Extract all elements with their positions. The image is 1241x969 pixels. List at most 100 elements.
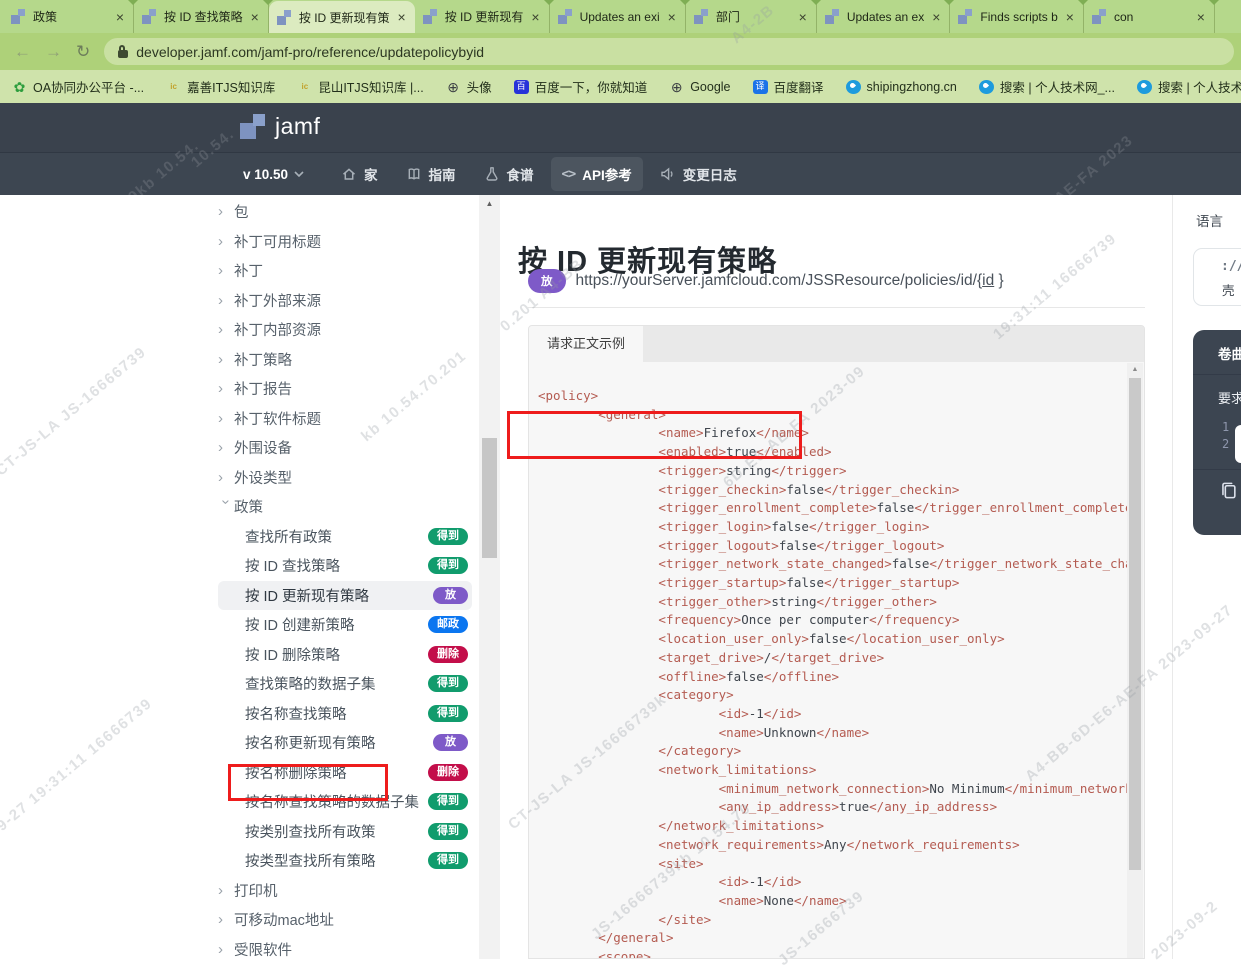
scroll-up-icon[interactable]: ▲ xyxy=(479,199,500,208)
tab-close-icon[interactable]: × xyxy=(1065,10,1075,24)
browser-tab[interactable]: Finds scripts b × xyxy=(950,0,1088,33)
sidebar-endpoint-label: 按名称更新现有策略 xyxy=(245,736,376,753)
method-badge-get: 得到 xyxy=(428,852,468,870)
sidebar-group-label: 外围设备 xyxy=(234,441,292,458)
tab-close-icon[interactable]: × xyxy=(667,10,677,24)
sidebar-group-collapsed[interactable]: › 补丁软件标题 xyxy=(218,404,472,434)
forward-icon[interactable]: → xyxy=(45,43,62,60)
sidebar-group-collapsed[interactable]: › 外围设备 xyxy=(218,433,472,463)
bookmark-label: 百度一下，你就知道 xyxy=(534,81,648,95)
chevron-right-icon: › xyxy=(218,409,223,427)
tab-close-icon[interactable]: × xyxy=(1196,10,1206,24)
chevron-right-icon: › xyxy=(218,350,223,368)
code-scrollbar[interactable]: ▲ xyxy=(1127,363,1143,958)
tab-close-icon[interactable]: × xyxy=(115,10,125,24)
sidebar-group-collapsed[interactable]: › 补丁策略 xyxy=(218,345,472,375)
nav-item-label: 家 xyxy=(364,168,378,183)
nav-item-label: API参考 xyxy=(582,168,632,183)
chevron-right-icon: › xyxy=(218,439,223,457)
scroll-up-icon[interactable]: ▲ xyxy=(1127,366,1143,373)
sidebar-group-collapsed[interactable]: › 受限软件 xyxy=(218,935,472,965)
bookmark-item[interactable]: 搜索 | 个人技术网_... xyxy=(978,77,1115,96)
browser-tab[interactable]: 按 ID 查找策略 × xyxy=(134,0,273,33)
sidebar-endpoint-item[interactable]: 查找所有政策 得到 xyxy=(218,522,472,552)
request-body-tab[interactable]: 请求正文示例 xyxy=(529,326,644,362)
sidebar-endpoint-item[interactable]: 按名称更新现有策略 放 xyxy=(218,728,472,758)
back-icon[interactable]: ← xyxy=(14,43,31,60)
sidebar-endpoint-item[interactable]: 按 ID 创建新策略 邮政 xyxy=(218,610,472,640)
bookmark-item[interactable]: 百百度一下，你就知道 xyxy=(513,77,648,96)
sidebar-group-expanded[interactable]: › 政策 xyxy=(218,492,472,522)
sidebar-endpoint-label: 按 ID 更新现有策略 xyxy=(245,588,370,605)
version-selector[interactable]: v 10.50 xyxy=(243,167,304,182)
sidebar-group-collapsed[interactable]: › 补丁外部来源 xyxy=(218,286,472,316)
clipboard-icon[interactable] xyxy=(1219,481,1238,500)
browser-tab[interactable]: Updates an exi × xyxy=(550,0,690,33)
bookmark-item[interactable]: 译百度翻译 xyxy=(752,77,824,96)
nav-item-book[interactable]: 指南 xyxy=(395,157,467,191)
tab-close-icon[interactable]: × xyxy=(931,10,941,24)
sidebar-group-collapsed[interactable]: › 包 xyxy=(218,197,472,227)
bookmark-item[interactable]: ic 嘉善ITJS知识库 xyxy=(166,77,275,96)
sidebar-endpoint-item[interactable]: 按 ID 更新现有策略 放 xyxy=(218,580,472,610)
bookmark-item[interactable]: ic 昆山ITJS知识库 |... xyxy=(297,77,423,96)
browser-tab[interactable]: 按 ID 更新现有 × xyxy=(415,0,554,33)
sidebar-endpoint-item[interactable]: 按 ID 删除策略 删除 xyxy=(218,640,472,670)
bookmark-item[interactable]: shipingzhong.cn xyxy=(845,79,957,94)
browser-tab[interactable]: Updates an ex × xyxy=(817,0,955,33)
bookmark-item[interactable]: ⊕ Google xyxy=(669,79,731,94)
tab-close-icon[interactable]: × xyxy=(530,10,540,24)
bookmark-item[interactable]: ⊕ 头像 xyxy=(446,77,492,96)
try-it-button-partial[interactable] xyxy=(1235,425,1241,463)
sidebar-group-collapsed[interactable]: › 补丁内部资源 xyxy=(218,315,472,345)
tab-close-icon[interactable]: × xyxy=(250,10,260,24)
code-icon: <> xyxy=(561,166,577,182)
browser-tab[interactable]: 按 ID 更新现有策 × xyxy=(268,1,415,33)
tab-close-icon[interactable]: × xyxy=(798,10,808,24)
nav-item-speaker[interactable]: 变更日志 xyxy=(649,157,748,191)
jamf-favicon xyxy=(11,9,26,24)
home-icon xyxy=(341,166,357,182)
sidebar-group-collapsed[interactable]: › 外设类型 xyxy=(218,463,472,493)
shell-label: 壳 xyxy=(1222,284,1235,298)
jamf-logo[interactable]: jamf xyxy=(240,113,320,140)
sidebar-endpoint-item[interactable]: 按名称删除策略 删除 xyxy=(218,758,472,788)
sidebar-group-collapsed[interactable]: › 打印机 xyxy=(218,876,472,906)
bookmark-label: 头像 xyxy=(466,81,492,95)
sidebar-endpoint-item[interactable]: 按类别查找所有政策 得到 xyxy=(218,817,472,847)
browser-tab[interactable]: 政策 × xyxy=(3,0,138,33)
curl-tab[interactable]: 卷曲 xyxy=(1193,330,1241,375)
endpoint-id-param[interactable]: id xyxy=(982,272,994,289)
nav-item-flask[interactable]: 食谱 xyxy=(473,157,545,191)
sidebar-group-collapsed[interactable]: › 补丁 xyxy=(218,256,472,286)
curl-panel-footer xyxy=(1193,469,1241,505)
address-bar[interactable]: developer.jamf.com/jamf-pro/reference/up… xyxy=(104,38,1235,65)
chevron-right-icon: › xyxy=(218,911,223,929)
code-scrollbar-thumb[interactable] xyxy=(1129,378,1141,870)
sidebar-group-label: 打印机 xyxy=(234,883,278,900)
language-shell-button[interactable]: :// 壳 xyxy=(1193,248,1241,306)
sidebar-endpoint-item[interactable]: 按名称查找策略的数据子集 得到 xyxy=(218,787,472,817)
put-method-badge: 放 xyxy=(528,269,566,293)
browser-tab[interactable]: 部门 × xyxy=(686,0,821,33)
bookmark-item[interactable]: 搜索 | 个人技术网_... xyxy=(1136,77,1241,96)
chevron-right-icon: › xyxy=(218,232,223,250)
chevron-right-icon: › xyxy=(218,380,223,398)
sidebar-scrollbar-thumb[interactable] xyxy=(482,438,497,558)
bookmark-item[interactable]: ✿ OA协同办公平台 -... xyxy=(12,77,145,96)
browser-tab[interactable]: con × xyxy=(1084,0,1219,33)
sidebar-endpoint-item[interactable]: 按 ID 查找策略 得到 xyxy=(218,551,472,581)
sidebar-endpoint-item[interactable]: 按名称查找策略 得到 xyxy=(218,699,472,729)
sidebar-group-collapsed[interactable]: › 补丁可用标题 xyxy=(218,227,472,257)
nav-item-home[interactable]: 家 xyxy=(330,157,389,191)
address-url[interactable]: developer.jamf.com/jamf-pro/reference/up… xyxy=(136,44,484,60)
refresh-icon[interactable]: ↻ xyxy=(76,43,90,60)
sidebar-group-collapsed[interactable]: › 补丁报告 xyxy=(218,374,472,404)
tab-close-icon[interactable]: × xyxy=(397,10,407,24)
sidebar-endpoint-item[interactable]: 按类型查找所有策略 得到 xyxy=(218,846,472,876)
nav-item-code[interactable]: <> API参考 xyxy=(550,157,643,191)
sidebar-group-collapsed[interactable]: › 可移动mac地址 xyxy=(218,905,472,935)
sidebar-endpoint-item[interactable]: 查找策略的数据子集 得到 xyxy=(218,669,472,699)
jamf-favicon xyxy=(958,9,973,24)
sidebar-scrollbar[interactable]: ▲ xyxy=(479,195,500,959)
